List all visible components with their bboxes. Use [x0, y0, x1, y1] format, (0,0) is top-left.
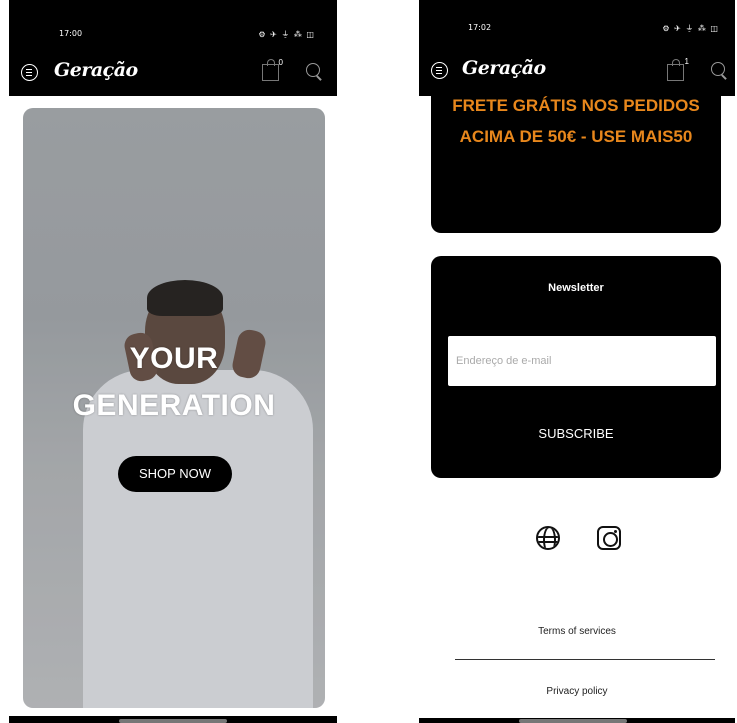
search-icon[interactable]	[306, 63, 322, 79]
promo-text-line2: ACIMA DE 50€ - USE MAIS50	[459, 127, 693, 146]
status-bar: 17:00 ⚙ ✈ ⏚ ⁂ ◫	[9, 0, 337, 48]
newsletter-section: Newsletter SUBSCRIBE	[431, 256, 721, 478]
app-header: Geração 0	[9, 52, 337, 94]
gesture-bar[interactable]	[119, 719, 227, 723]
promo-banner: FRETE GRÁTIS NOS PEDIDOS ACIMA DE 50€ - …	[431, 92, 721, 233]
globe-icon[interactable]	[536, 526, 560, 550]
privacy-policy-link[interactable]: Privacy policy	[419, 686, 735, 697]
footer-divider	[455, 659, 715, 660]
phone-screen-footer: 17:02 ⚙ ✈ ⏚ ⁂ ◫ Geração 1 FRETE GRÁTIS N…	[419, 0, 735, 723]
hero-banner: YOUR GENERATION SHOP NOW	[23, 108, 325, 708]
menu-icon[interactable]	[21, 64, 38, 81]
app-header: Geração 1	[419, 50, 735, 92]
hero-title-line2: GENERATION	[72, 389, 276, 422]
instagram-icon[interactable]	[597, 526, 621, 550]
terms-of-service-link[interactable]: Terms of services	[419, 626, 735, 637]
footer-content: FRETE GRÁTIS NOS PEDIDOS ACIMA DE 50€ - …	[419, 92, 735, 718]
menu-icon[interactable]	[431, 62, 448, 79]
cart-count-badge: 0	[278, 58, 283, 67]
cart-count-badge: 1	[684, 57, 689, 66]
social-links	[419, 524, 735, 554]
brand-logo[interactable]: Geração	[462, 57, 546, 79]
status-time: 17:00	[59, 29, 83, 38]
status-icons: ⚙ ✈ ⏚ ⁂ ◫	[258, 30, 315, 39]
home-content: YOUR GENERATION SHOP NOW	[9, 96, 337, 716]
hero-title-line1: YOUR	[129, 342, 219, 375]
search-icon[interactable]	[711, 62, 727, 78]
newsletter-title: Newsletter	[548, 282, 604, 294]
promo-text-line1: FRETE GRÁTIS NOS PEDIDOS	[452, 96, 700, 115]
cart-icon[interactable]	[667, 59, 684, 81]
phone-screen-home: 17:00 ⚙ ✈ ⏚ ⁂ ◫ Geração 0 YOUR GENERATIO…	[9, 0, 337, 723]
brand-logo[interactable]: Geração	[54, 59, 138, 81]
email-field[interactable]	[448, 336, 716, 386]
status-time: 17:02	[468, 23, 492, 32]
subscribe-button[interactable]: SUBSCRIBE	[431, 426, 721, 441]
status-icons: ⚙ ✈ ⏚ ⁂ ◫	[662, 24, 719, 33]
gesture-bar[interactable]	[519, 719, 627, 723]
shop-now-button[interactable]: SHOP NOW	[118, 456, 232, 492]
status-bar: 17:02 ⚙ ✈ ⏚ ⁂ ◫	[419, 0, 735, 48]
cart-icon[interactable]	[262, 59, 279, 81]
